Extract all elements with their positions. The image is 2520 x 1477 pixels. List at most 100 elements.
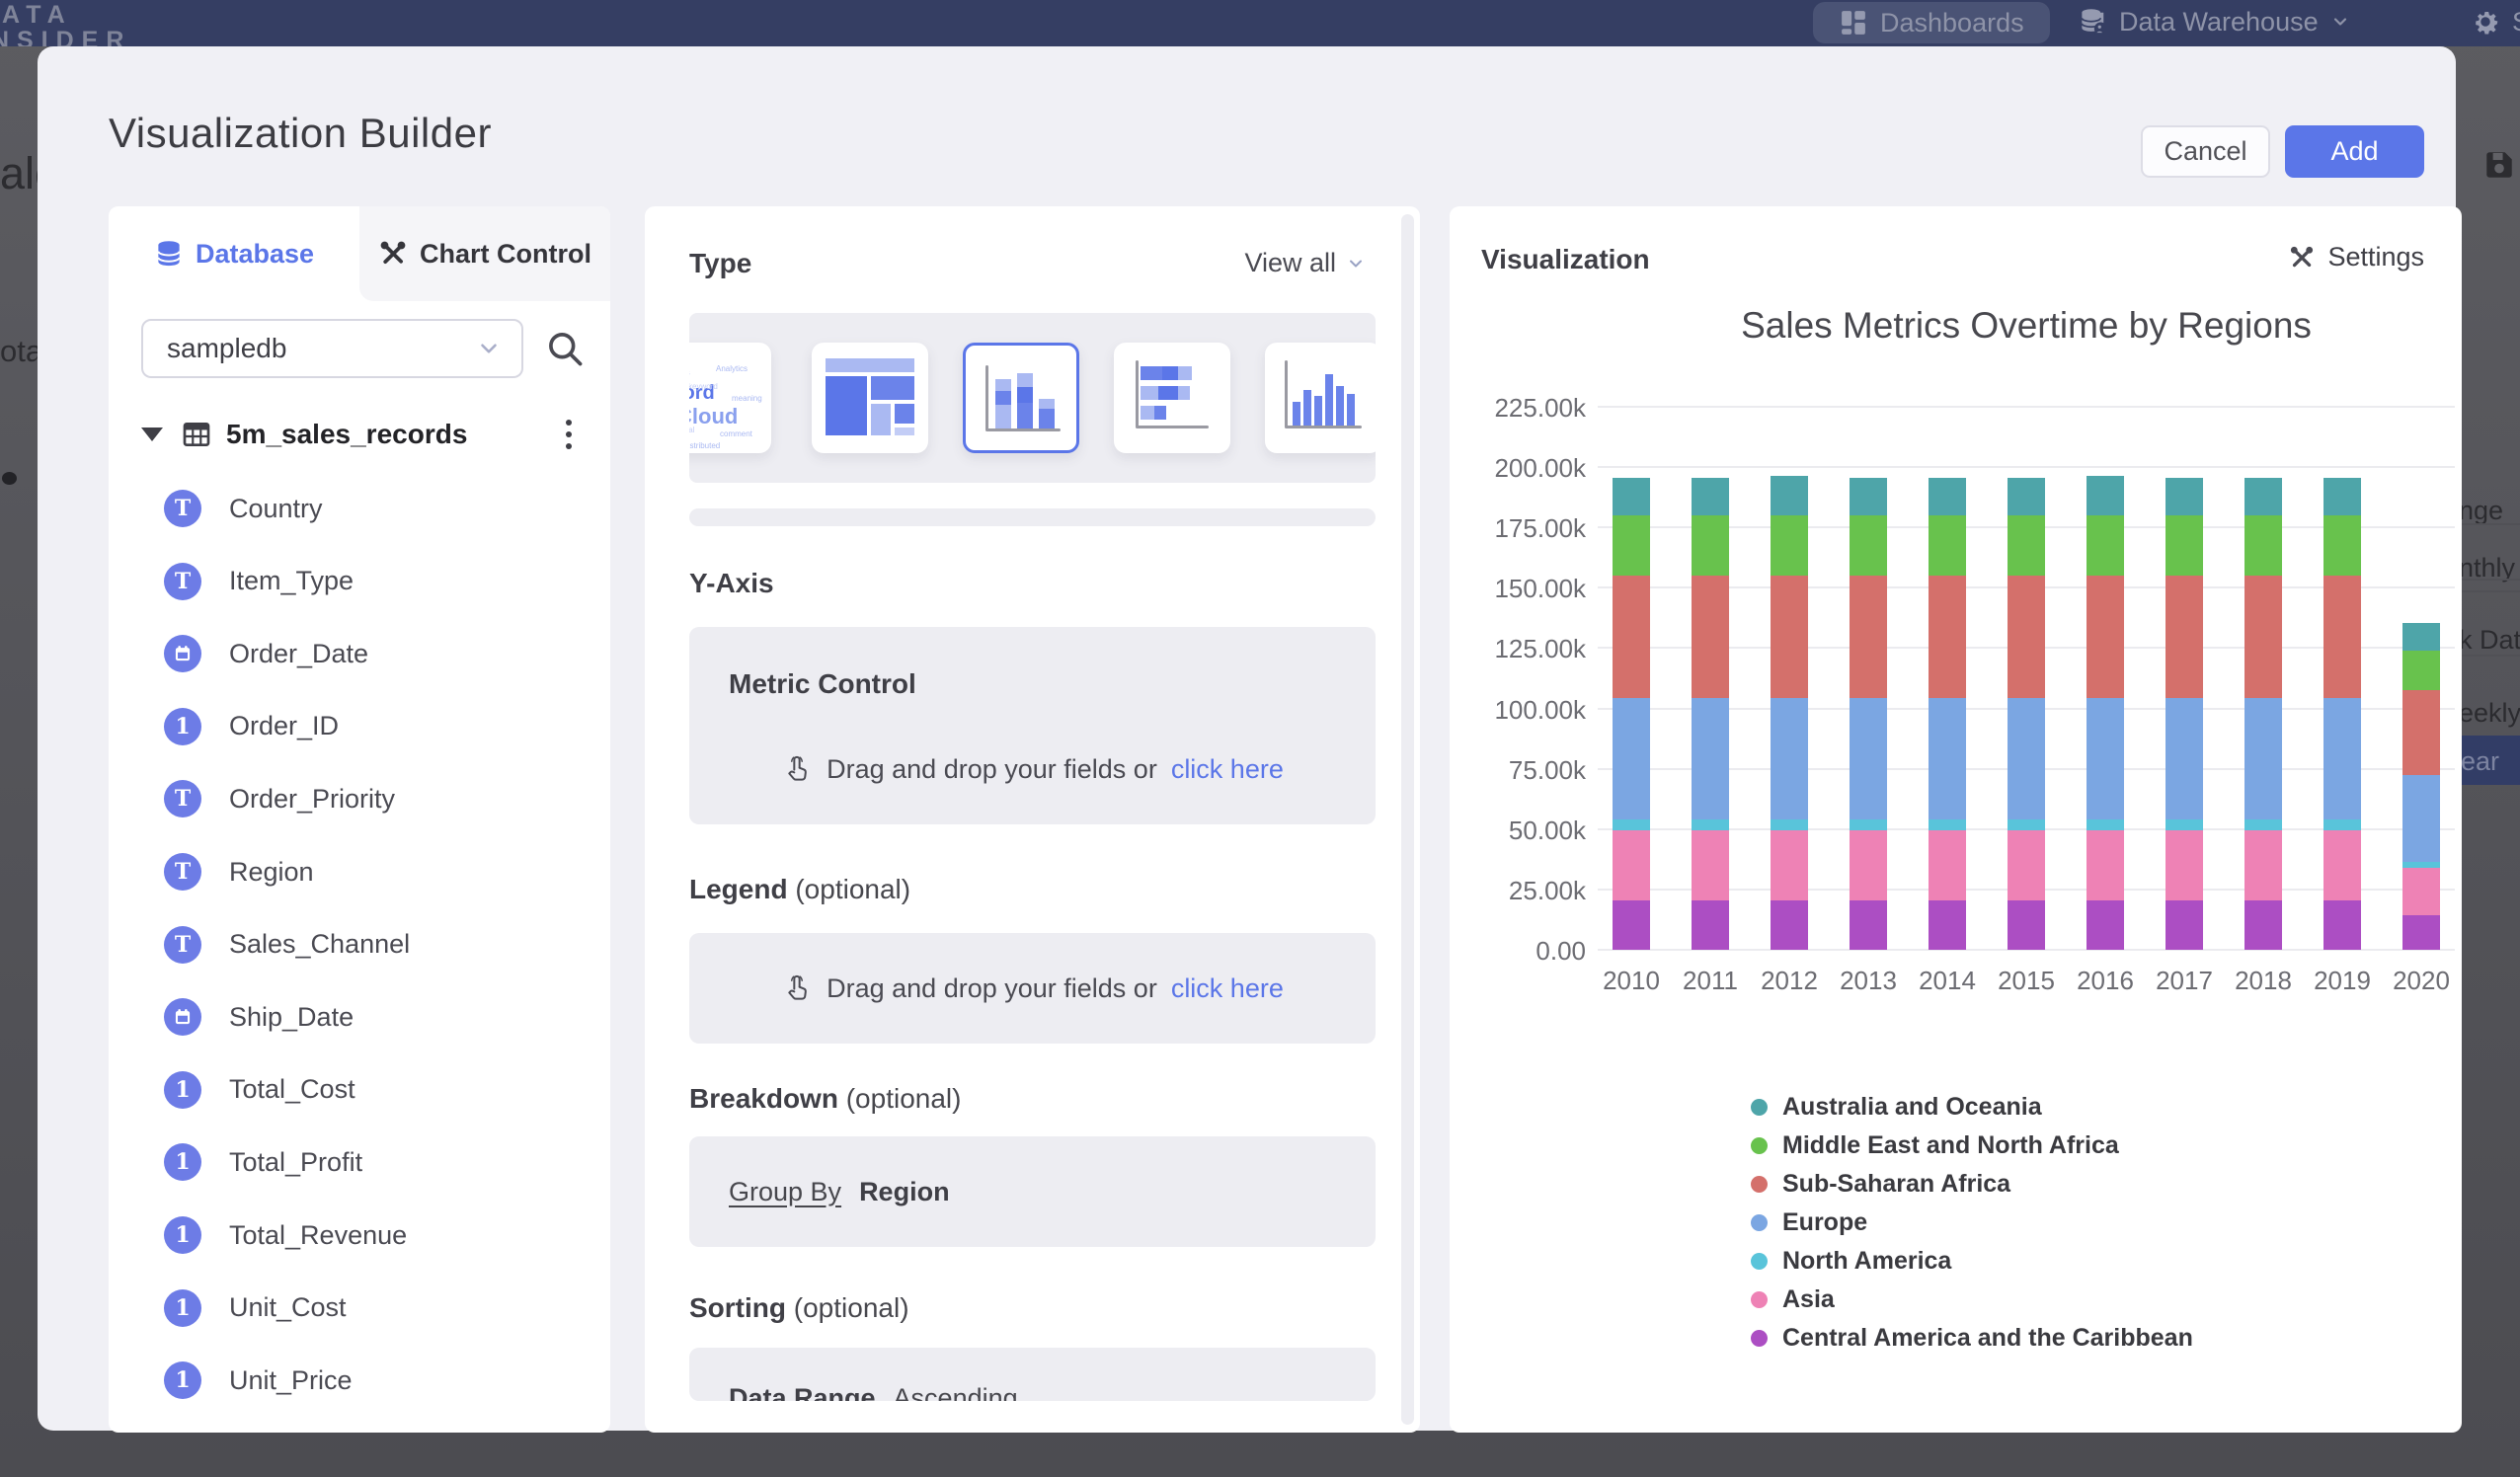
bar-segment xyxy=(1613,830,1650,900)
view-all-button[interactable]: View all xyxy=(1244,248,1366,278)
tap-hand-icon xyxy=(781,753,813,785)
bar-segment xyxy=(2323,698,2361,819)
nav-item-data-warehouse[interactable]: Data Warehouse xyxy=(2052,0,2376,43)
tree-collapse-toggle[interactable] xyxy=(141,428,163,441)
legend-item[interactable]: Europe xyxy=(1751,1204,1867,1242)
chart-type-scrollbar[interactable] xyxy=(689,508,1376,526)
field-item-country[interactable]: TCountry xyxy=(164,488,323,529)
field-item-region[interactable]: TRegion xyxy=(164,851,314,893)
field-item-order_id[interactable]: 1Order_ID xyxy=(164,706,339,747)
legend-dot-icon xyxy=(1751,1137,1768,1154)
background-menu-item-selected: ear xyxy=(2456,736,2520,785)
field-label: Order_ID xyxy=(229,711,339,741)
stacked-bar-2020 xyxy=(2402,623,2440,950)
bar-segment xyxy=(2087,698,2124,819)
field-item-item_type[interactable]: TItem_Type xyxy=(164,561,354,602)
cancel-button[interactable]: Cancel xyxy=(2141,125,2270,178)
tab-database[interactable]: Database xyxy=(109,206,359,301)
x-axis-tick-label: 2016 xyxy=(2066,966,2145,996)
metric-control-dropzone[interactable]: Metric Control Drag and drop your fields… xyxy=(689,627,1376,824)
field-item-total_cost[interactable]: 1Total_Cost xyxy=(164,1069,355,1111)
legend-item[interactable]: Sub-Saharan Africa xyxy=(1751,1165,2010,1204)
bar-segment xyxy=(1692,819,1729,830)
bar-segment xyxy=(2402,651,2440,690)
x-axis-tick-label: 2018 xyxy=(2224,966,2303,996)
legend-section-label: Legend (optional) xyxy=(689,874,910,905)
background-menu-item: k Date xyxy=(2459,625,2520,656)
drag-drop-text: Drag and drop your fields or xyxy=(827,973,1157,1004)
view-all-label: View all xyxy=(1244,248,1336,278)
save-icon xyxy=(2482,148,2516,182)
bar-segment xyxy=(2244,819,2282,830)
text-field-icon: T xyxy=(164,853,201,891)
chart-type-card-stacked-bar[interactable] xyxy=(1114,343,1230,453)
field-item-total_revenue[interactable]: 1Total_Revenue xyxy=(164,1214,407,1256)
legend-item[interactable]: Middle East and North Africa xyxy=(1751,1127,2119,1165)
bar-segment xyxy=(2402,690,2440,775)
legend-dot-icon xyxy=(1751,1214,1768,1231)
database-icon xyxy=(154,239,184,269)
background-page-fragment: ngenthlyk Dateeeklyear xyxy=(2456,46,2520,1477)
bar-segment xyxy=(1613,478,1650,515)
visualization-panel-title: Visualization xyxy=(1481,244,1650,275)
field-label: Country xyxy=(229,494,323,524)
nav-item-label: Data Warehouse xyxy=(2119,7,2319,38)
tab-chart-control[interactable]: Chart Control xyxy=(359,206,610,301)
legend-item[interactable]: North America xyxy=(1751,1242,1951,1281)
nav-item-dashboards[interactable]: Dashboards xyxy=(1813,2,2050,43)
legend-item[interactable]: Asia xyxy=(1751,1281,1835,1319)
metric-click-here-link[interactable]: click here xyxy=(1171,754,1284,785)
bar-segment xyxy=(1613,819,1650,830)
field-label: Ship_Date xyxy=(229,1002,354,1033)
legend-item[interactable]: Australia and Oceania xyxy=(1751,1088,2042,1127)
field-item-ship_date[interactable]: Ship_Date xyxy=(164,996,354,1038)
database-select[interactable]: sampledb xyxy=(141,319,523,378)
field-item-order_priority[interactable]: TOrder_Priority xyxy=(164,778,395,819)
search-button[interactable] xyxy=(543,327,587,370)
sorting-direction: Ascending xyxy=(894,1383,1018,1401)
legend-dropzone[interactable]: Drag and drop your fields or click here xyxy=(689,933,1376,1044)
legend-dot-icon xyxy=(1751,1330,1768,1347)
builder-scrollbar[interactable] xyxy=(1401,214,1414,1425)
stacked-bar-2011 xyxy=(1692,478,1729,950)
bar-segment xyxy=(2402,868,2440,915)
field-item-unit_price[interactable]: 1Unit_Price xyxy=(164,1360,353,1401)
field-item-unit_cost[interactable]: 1Unit_Cost xyxy=(164,1287,347,1329)
field-item-order_date[interactable]: Order_Date xyxy=(164,633,368,674)
breakdown-dropzone[interactable]: Group By Region xyxy=(689,1136,1376,1247)
bar-segment xyxy=(2323,478,2361,515)
bar-segment xyxy=(1771,515,1808,576)
field-label: Order_Priority xyxy=(229,784,395,815)
bar-segment xyxy=(1692,698,1729,819)
chart-plot-area xyxy=(1598,407,2455,950)
add-button[interactable]: Add xyxy=(2285,125,2424,178)
legend-click-here-link[interactable]: click here xyxy=(1171,973,1284,1004)
bar-segment xyxy=(2008,900,2045,950)
y-axis-tick-label: 100.00k xyxy=(1450,695,1586,726)
kebab-menu-icon[interactable] xyxy=(558,416,580,453)
field-item-total_profit[interactable]: 1Total_Profit xyxy=(164,1141,362,1183)
number-field-icon: 1 xyxy=(164,1143,201,1181)
bar-segment xyxy=(1613,515,1650,576)
nav-item-settings[interactable]: Settings xyxy=(2445,0,2520,43)
field-item-sales_channel[interactable]: TSales_Channel xyxy=(164,924,410,966)
bar-segment xyxy=(2402,775,2440,862)
bar-segment xyxy=(1929,478,1966,515)
bar-segment xyxy=(2087,576,2124,697)
sorting-dropzone[interactable]: Data RangeAscending xyxy=(689,1348,1376,1401)
bar-segment xyxy=(2008,830,2045,900)
group-by-value[interactable]: Region xyxy=(859,1177,950,1207)
chart-type-card-word-cloud[interactable]: WordCloudbusinessAnalyticskeywordmeaning… xyxy=(689,343,771,453)
bar-segment xyxy=(1613,576,1650,697)
field-label: Unit_Price xyxy=(229,1365,353,1396)
chart-type-card-stacked-column[interactable] xyxy=(963,343,1079,453)
legend-item[interactable]: Central America and the Caribbean xyxy=(1751,1319,2193,1358)
chart-settings-button[interactable]: Settings xyxy=(2288,242,2424,272)
chart-type-card-column[interactable] xyxy=(1265,343,1376,453)
group-by-link[interactable]: Group By xyxy=(729,1177,841,1207)
chart-type-card-treemap[interactable] xyxy=(812,343,928,453)
legend-dot-icon xyxy=(1751,1176,1768,1193)
table-icon xyxy=(181,419,212,450)
bar-segment xyxy=(1771,819,1808,830)
field-label: Total_Revenue xyxy=(229,1220,407,1251)
